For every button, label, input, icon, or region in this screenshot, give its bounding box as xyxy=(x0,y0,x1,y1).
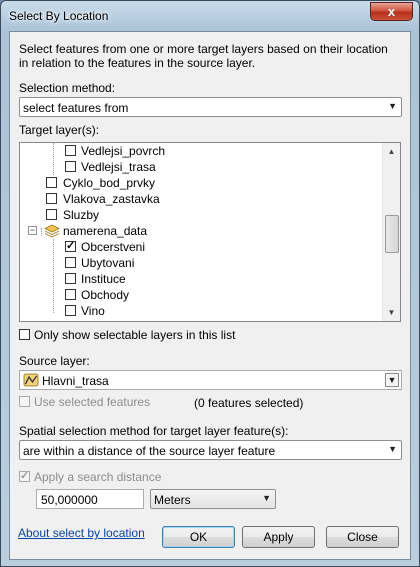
target-layers-list[interactable]: Vedlejsi_povrch Vedlejsi_trasa Cyklo_bod… xyxy=(19,142,401,322)
layer-checkbox[interactable] xyxy=(65,239,76,252)
distance-unit-value: Meters xyxy=(154,493,191,507)
spatial-method-dropdown[interactable]: are within a distance of the source laye… xyxy=(19,440,402,460)
chevron-down-icon: ▼ xyxy=(262,493,271,503)
use-selected-option[interactable]: Use selected features xyxy=(19,395,219,411)
layer-label: Vedlejsi_povrch xyxy=(81,144,166,158)
source-layer-label: Source layer: xyxy=(19,354,90,368)
list-scrollbar[interactable]: ▲ ▼ xyxy=(382,143,400,321)
list-item[interactable]: Ubytovani xyxy=(20,255,380,271)
search-distance-option[interactable]: Apply a search distance xyxy=(19,469,219,486)
about-select-by-location-link[interactable]: About select by location xyxy=(18,526,145,540)
collapse-icon[interactable]: − xyxy=(28,226,37,235)
layer-checkbox[interactable] xyxy=(46,209,57,220)
layer-checkbox[interactable] xyxy=(65,161,76,172)
list-item[interactable]: Obchody xyxy=(20,287,380,303)
layer-label: Sluzby xyxy=(63,208,100,222)
layer-checkbox[interactable] xyxy=(65,289,76,300)
ok-button[interactable]: OK xyxy=(162,526,235,548)
layer-label: Obchody xyxy=(81,288,130,302)
use-selected-label: Use selected features xyxy=(34,395,151,409)
layer-checkbox[interactable] xyxy=(65,273,76,284)
spatial-method-value: are within a distance of the source laye… xyxy=(23,444,276,458)
list-item[interactable]: Vedlejsi_trasa xyxy=(20,159,380,175)
layer-label: Vedlejsi_trasa xyxy=(81,160,156,174)
search-distance-input[interactable]: 50,000000 xyxy=(36,489,144,509)
list-item[interactable]: Vedlejsi_povrch xyxy=(20,143,380,159)
list-item[interactable]: Sluzby xyxy=(20,207,380,223)
layer-checkbox[interactable] xyxy=(46,177,57,188)
layer-checkbox[interactable] xyxy=(65,257,76,268)
description-text: Select features from one or more target … xyxy=(19,42,388,70)
selection-method-value: select features from xyxy=(23,101,129,115)
select-by-location-dialog: Select By Location x Select features fro… xyxy=(0,0,420,567)
scroll-up-icon[interactable]: ▲ xyxy=(383,143,400,160)
close-button[interactable]: Close xyxy=(326,526,399,548)
chevron-down-icon: ▼ xyxy=(385,373,399,387)
list-item-group[interactable]: − namerena_data xyxy=(20,223,380,239)
layer-checkbox[interactable] xyxy=(65,145,76,156)
search-distance-checkbox[interactable] xyxy=(19,469,30,482)
source-layer-value: Hlavni_trasa xyxy=(42,374,109,388)
search-distance-label: Apply a search distance xyxy=(34,470,162,484)
selection-method-dropdown[interactable]: select features from ▼ xyxy=(19,97,402,117)
target-layers-label: Target layer(s): xyxy=(19,123,100,137)
scrollbar-thumb[interactable] xyxy=(385,215,399,253)
selected-count-text: (0 features selected) xyxy=(194,396,304,410)
search-distance-value: 50,000000 xyxy=(41,493,98,507)
source-layer-dropdown[interactable]: Hlavni_trasa ▼ xyxy=(19,370,402,390)
layer-label: Vino xyxy=(81,304,105,318)
layer-checkbox[interactable] xyxy=(65,305,76,316)
only-selectable-label: Only show selectable layers in this list xyxy=(34,328,236,342)
only-selectable-option[interactable]: Only show selectable layers in this list xyxy=(19,328,319,344)
close-icon: x xyxy=(387,4,396,19)
selection-method-label: Selection method: xyxy=(19,81,116,95)
chevron-down-icon: ▼ xyxy=(388,444,397,454)
list-item[interactable]: Obcerstveni xyxy=(20,239,380,255)
apply-button[interactable]: Apply xyxy=(242,526,315,548)
layer-label: Instituce xyxy=(81,272,126,286)
close-window-button[interactable]: x xyxy=(370,2,413,21)
chevron-down-icon: ▼ xyxy=(388,101,397,111)
list-item[interactable]: Vlakova_zastavka xyxy=(20,191,380,207)
layer-label: Obcerstveni xyxy=(81,240,146,254)
list-item[interactable]: Instituce xyxy=(20,271,380,287)
layer-label: Ubytovani xyxy=(81,256,135,270)
scroll-down-icon[interactable]: ▼ xyxy=(383,304,400,321)
list-item[interactable]: Cyklo_bod_prvky xyxy=(20,175,380,191)
layer-label: Cyklo_bod_prvky xyxy=(63,176,156,190)
line-layer-icon xyxy=(23,373,39,387)
distance-unit-dropdown[interactable]: Meters ▼ xyxy=(150,489,276,509)
layer-label: Vlakova_zastavka xyxy=(63,192,160,206)
spatial-method-label: Spatial selection method for target laye… xyxy=(19,424,289,438)
window-title: Select By Location xyxy=(9,9,109,23)
dialog-body: Select features from one or more target … xyxy=(9,31,411,560)
list-item[interactable]: Vino xyxy=(20,303,380,319)
layer-group-label: namerena_data xyxy=(63,224,148,238)
title-bar[interactable]: Select By Location x xyxy=(1,1,419,31)
group-layer-icon xyxy=(44,224,60,238)
layer-checkbox[interactable] xyxy=(46,193,57,204)
use-selected-checkbox[interactable] xyxy=(19,396,30,407)
only-selectable-checkbox[interactable] xyxy=(19,329,30,340)
